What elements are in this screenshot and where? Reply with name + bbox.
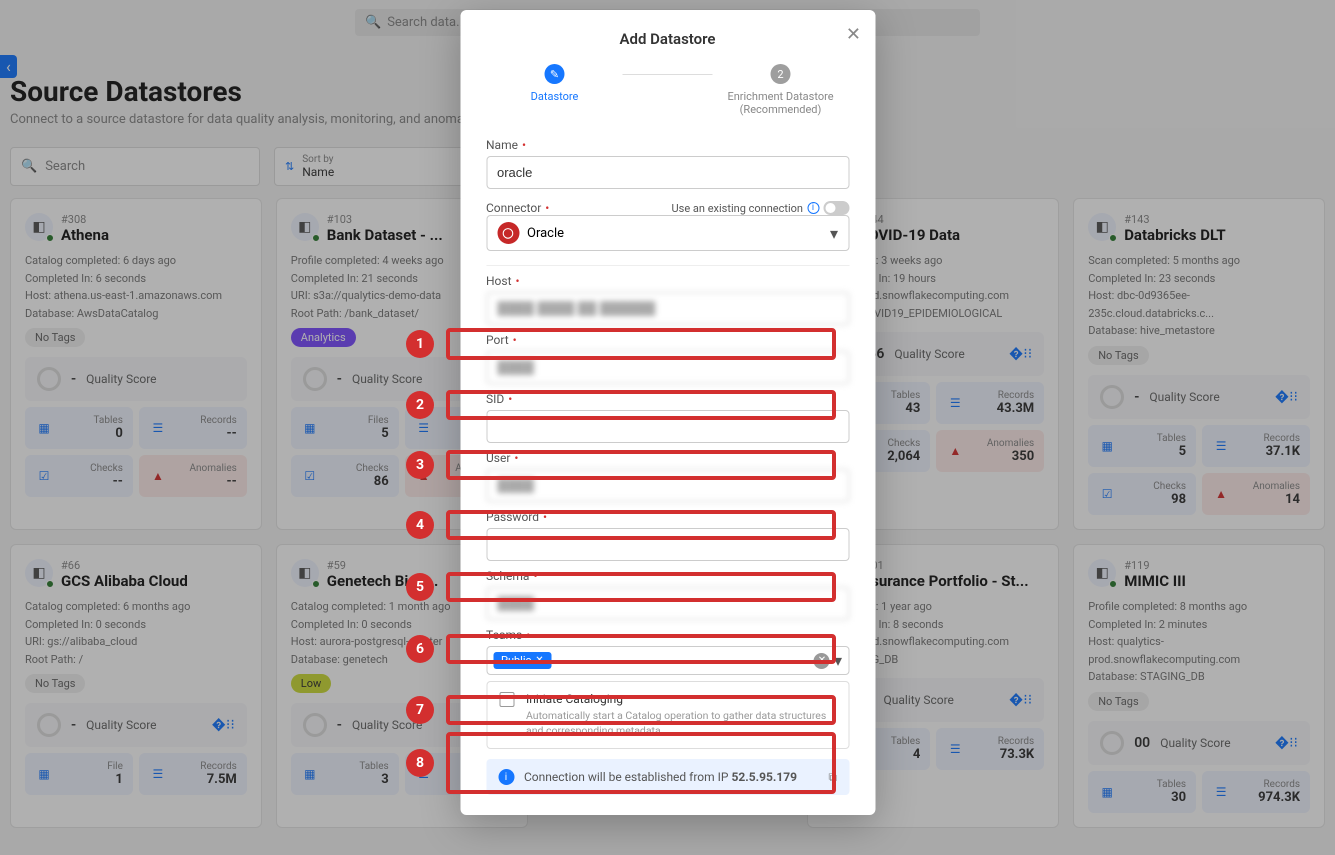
annotation-number-2: 2 [406, 391, 434, 419]
step-1-label: Datastore [531, 90, 579, 103]
step-1-icon: ✎ [545, 64, 565, 84]
info-icon[interactable]: i [807, 202, 819, 214]
annotation-box-5 [446, 572, 836, 602]
step-2-label: Enrichment Datastore(Recommended) [727, 90, 833, 116]
oracle-icon: ◯ [497, 222, 519, 244]
annotation-box-8 [446, 732, 836, 794]
annotation-box-1 [446, 328, 836, 360]
existing-connection-toggle[interactable] [823, 201, 849, 215]
annotation-box-2 [446, 390, 836, 420]
annotation-number-6: 6 [406, 635, 434, 663]
annotation-box-3 [446, 450, 836, 480]
annotation-number-4: 4 [406, 511, 434, 539]
name-input[interactable] [486, 156, 849, 189]
modal-title: Add Datastore [486, 30, 849, 48]
step-2-icon: 2 [771, 64, 791, 84]
annotation-box-4 [446, 510, 836, 540]
existing-connection-label: Use an existing connection [672, 202, 803, 215]
close-icon[interactable]: ✕ [846, 24, 861, 45]
host-input[interactable] [486, 292, 849, 325]
annotation-number-7: 7 [406, 696, 434, 724]
connector-select[interactable]: ◯ Oracle ▾ [486, 215, 849, 251]
annotation-box-6 [446, 634, 836, 664]
annotation-number-3: 3 [406, 451, 434, 479]
annotation-box-7 [446, 695, 836, 725]
annotation-number-8: 8 [406, 749, 434, 777]
annotation-number-5: 5 [406, 573, 434, 601]
chevron-down-icon: ▾ [830, 224, 838, 243]
annotation-number-1: 1 [406, 330, 434, 358]
